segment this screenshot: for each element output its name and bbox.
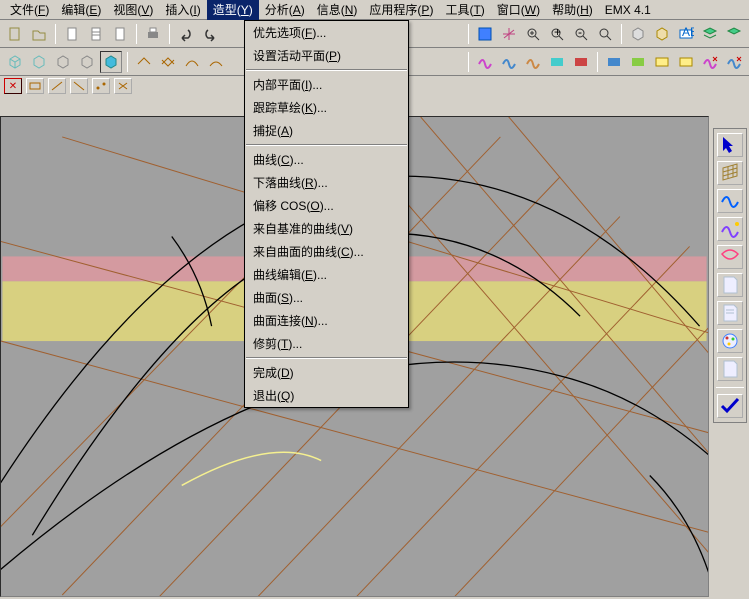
menu-item[interactable]: 应用程序(P): [363, 0, 439, 20]
menu-item[interactable]: 窗口(W): [491, 0, 546, 20]
plane1-icon[interactable]: [133, 51, 155, 73]
zoom-out-icon[interactable]: -: [570, 23, 592, 45]
sketch-line2-icon[interactable]: [70, 78, 88, 94]
tool-layers2-icon[interactable]: [723, 23, 745, 45]
tool-cube1-icon[interactable]: [627, 23, 649, 45]
menu-item[interactable]: 信息(N): [311, 0, 364, 20]
page2-icon[interactable]: [717, 301, 743, 325]
arc1-icon[interactable]: [181, 51, 203, 73]
undo-icon[interactable]: [175, 23, 197, 45]
menu-item[interactable]: EMX 4.1: [599, 1, 657, 19]
tool-label-icon[interactable]: AB: [675, 23, 697, 45]
check-icon[interactable]: [717, 394, 743, 418]
redo-icon[interactable]: [199, 23, 221, 45]
right-toolbar: [713, 128, 747, 423]
menu-dropdown-item[interactable]: 设置活动平面(P): [245, 44, 408, 67]
menu-dropdown-item[interactable]: 偏移 COS(O)...: [245, 194, 408, 217]
tool-open-icon[interactable]: [28, 23, 50, 45]
swatch4-icon[interactable]: [546, 51, 568, 73]
tool-doc1-icon[interactable]: [61, 23, 83, 45]
svg-text:+: +: [554, 26, 561, 39]
menu-item[interactable]: 文件(F): [4, 0, 55, 20]
tool-doc2-icon[interactable]: [85, 23, 107, 45]
menu-item[interactable]: 编辑(E): [55, 0, 107, 20]
tool-new-icon[interactable]: [4, 23, 26, 45]
menu-bar: 文件(F)编辑(E)视图(V)插入(I)造型(Y)分析(A)信息(N)应用程序(…: [0, 0, 749, 20]
grad1-icon[interactable]: [603, 51, 625, 73]
menu-dropdown-item[interactable]: 曲面连接(N)...: [245, 309, 408, 332]
menu-dropdown-item[interactable]: 优先选项(F)...: [245, 21, 408, 44]
menu-dropdown-item[interactable]: 曲线(C)...: [245, 148, 408, 171]
label2-icon[interactable]: [675, 51, 697, 73]
menu-item[interactable]: 插入(I): [159, 0, 206, 20]
menu-dropdown-item[interactable]: 下落曲线(R)...: [245, 171, 408, 194]
wireframe4-icon[interactable]: [76, 51, 98, 73]
zoom-fit-icon[interactable]: [522, 23, 544, 45]
tool-axis-icon[interactable]: [498, 23, 520, 45]
grid-icon[interactable]: [717, 161, 743, 185]
zoom-reset-icon[interactable]: [594, 23, 616, 45]
close-x-icon[interactable]: ✕: [4, 78, 22, 94]
sketch-rect-icon[interactable]: [26, 78, 44, 94]
svg-text:AB: AB: [682, 26, 694, 39]
tool-doc3-icon[interactable]: [109, 23, 131, 45]
zoom-in-icon[interactable]: +: [546, 23, 568, 45]
menu-dropdown-item[interactable]: 捕捉(A): [245, 119, 408, 142]
page1-icon[interactable]: [717, 273, 743, 297]
tool-layers-icon[interactable]: [699, 23, 721, 45]
del-curve-icon[interactable]: [699, 51, 721, 73]
menu-dropdown-item[interactable]: 修剪(T)...: [245, 332, 408, 355]
menu-item[interactable]: 工具(T): [439, 0, 490, 20]
menu-dropdown-item[interactable]: 内部平面(I)...: [245, 73, 408, 96]
menu-item[interactable]: 视图(V): [107, 0, 159, 20]
menu-dropdown-item[interactable]: 来自曲面的曲线(C)...: [245, 240, 408, 263]
curve-edit-icon[interactable]: [717, 217, 743, 241]
sketch-line1-icon[interactable]: [48, 78, 66, 94]
menu-dropdown-item[interactable]: 来自基准的曲线(V): [245, 217, 408, 240]
menu-dropdown-item[interactable]: 曲线编辑(E)...: [245, 263, 408, 286]
arrow-icon[interactable]: [717, 133, 743, 157]
arc2-icon[interactable]: [205, 51, 227, 73]
page3-icon[interactable]: [717, 357, 743, 381]
tool-flag-icon[interactable]: [474, 23, 496, 45]
wireframe2-icon[interactable]: [28, 51, 50, 73]
tool-print-icon[interactable]: [142, 23, 164, 45]
swatch3-icon[interactable]: [522, 51, 544, 73]
grad2-icon[interactable]: [627, 51, 649, 73]
wireframe3-icon[interactable]: [52, 51, 74, 73]
svg-text:-: -: [578, 26, 582, 39]
surface-icon[interactable]: [717, 245, 743, 269]
modeling-menu-dropdown: 优先选项(F)...设置活动平面(P) 内部平面(I)...跟踪草绘(K)...捕…: [244, 20, 409, 408]
sketch-pt-icon[interactable]: [92, 78, 110, 94]
del-curve2-icon[interactable]: [723, 51, 745, 73]
label1-icon[interactable]: [651, 51, 673, 73]
swatch5-icon[interactable]: [570, 51, 592, 73]
swatch2-icon[interactable]: [498, 51, 520, 73]
menu-dropdown-item[interactable]: 退出(Q): [245, 384, 408, 407]
menu-item[interactable]: 帮助(H): [546, 0, 599, 20]
wave-icon[interactable]: [717, 189, 743, 213]
plane2-icon[interactable]: [157, 51, 179, 73]
palette-icon[interactable]: [717, 329, 743, 353]
tool-cube2-icon[interactable]: [651, 23, 673, 45]
menu-dropdown-item[interactable]: 完成(D): [245, 361, 408, 384]
menu-dropdown-item[interactable]: 跟踪草绘(K)...: [245, 96, 408, 119]
menu-item[interactable]: 造型(Y): [207, 0, 259, 20]
swatch1-icon[interactable]: [474, 51, 496, 73]
menu-item[interactable]: 分析(A): [259, 0, 311, 20]
sketch-del-icon[interactable]: [114, 78, 132, 94]
shaded-icon[interactable]: [100, 51, 122, 73]
wireframe1-icon[interactable]: [4, 51, 26, 73]
menu-dropdown-item[interactable]: 曲面(S)...: [245, 286, 408, 309]
